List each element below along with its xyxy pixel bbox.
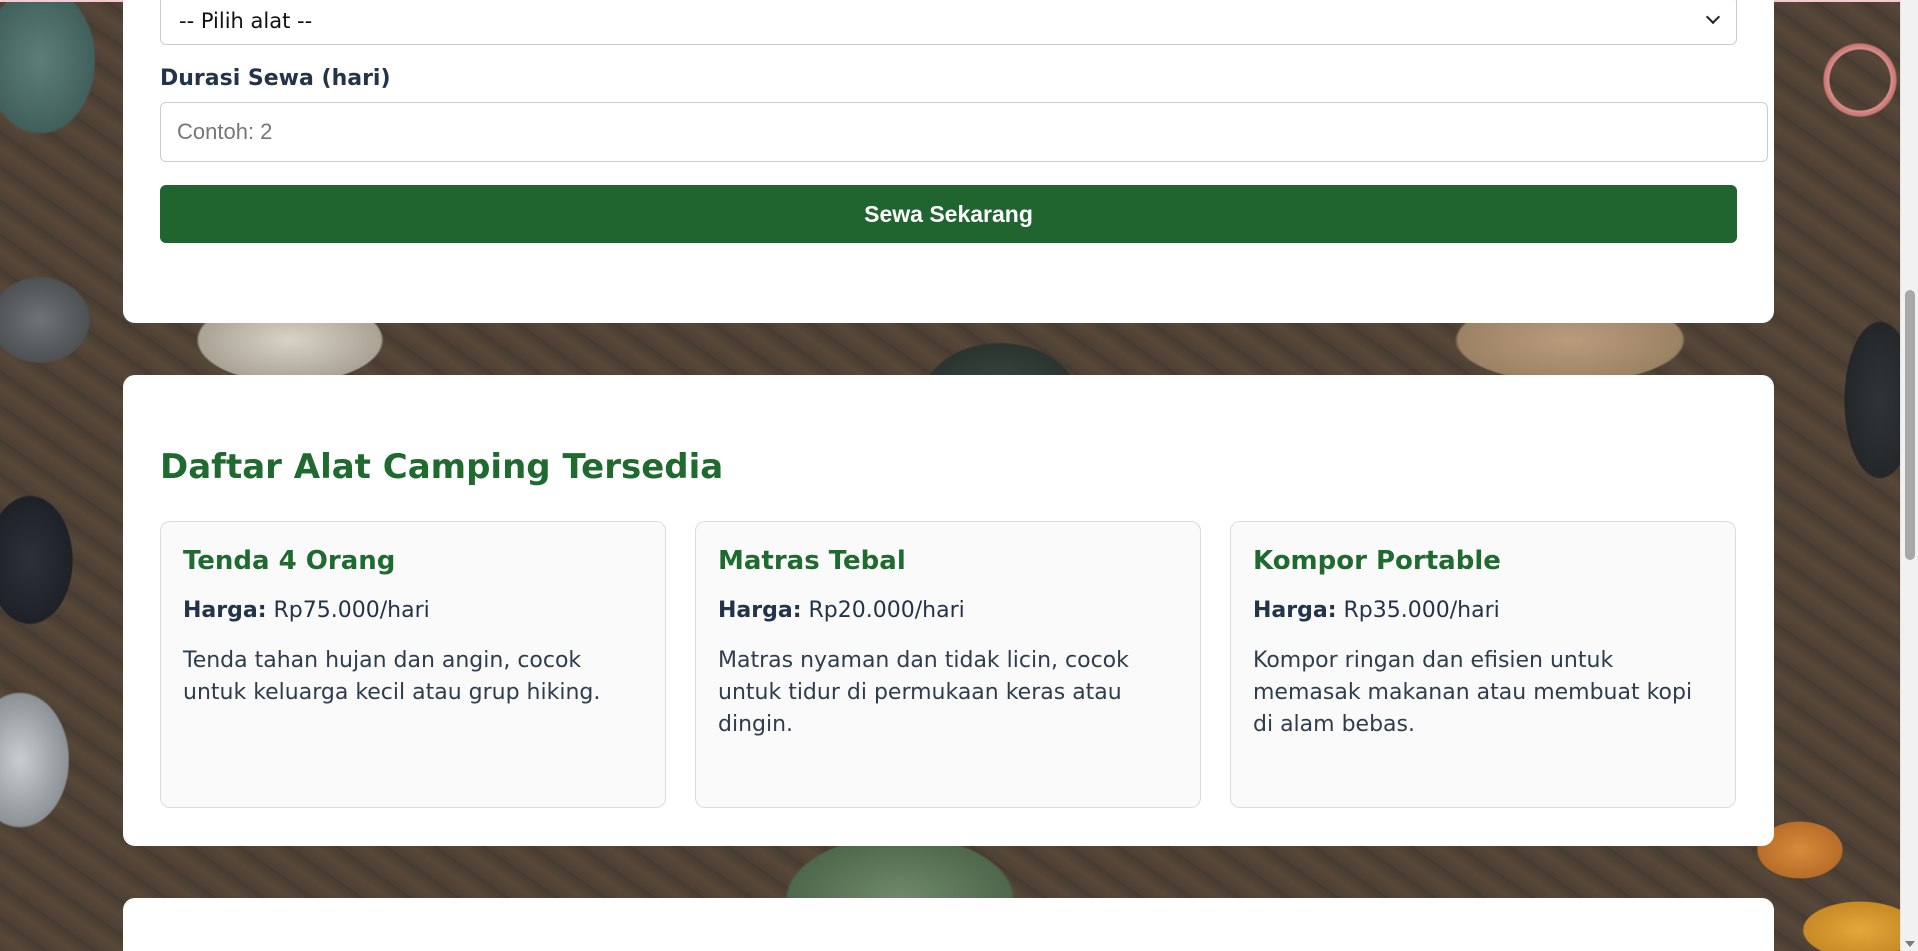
item-description: Matras nyaman dan tidak licin, cocok unt… — [718, 648, 1129, 737]
scrollbar-thumb[interactable] — [1905, 290, 1915, 560]
rental-form-card: -- Pilih alat -- Durasi Sewa (hari) Sewa… — [123, 0, 1774, 323]
item-price: Harga: Rp75.000/hari — [183, 598, 643, 623]
item-description: Tenda tahan hujan dan angin, cocok untuk… — [183, 648, 601, 705]
item-name: Matras Tebal — [718, 546, 906, 576]
price-value: Rp20.000/hari — [808, 598, 965, 623]
equipment-item-stove: Kompor Portable Harga: Rp35.000/hari Kom… — [1230, 521, 1736, 808]
price-value: Rp75.000/hari — [273, 598, 430, 623]
equipment-select-value: -- Pilih alat -- — [179, 8, 313, 33]
list-title: Daftar Alat Camping Tersedia — [160, 447, 724, 487]
price-label: Harga: — [183, 598, 267, 623]
price-label: Harga: — [1253, 598, 1337, 623]
item-price: Harga: Rp20.000/hari — [718, 598, 1178, 623]
chevron-down-icon — [1705, 9, 1721, 25]
equipment-list-card: Daftar Alat Camping Tersedia Tenda 4 Ora… — [123, 375, 1774, 846]
price-value: Rp35.000/hari — [1343, 598, 1500, 623]
duration-input[interactable] — [160, 102, 1768, 162]
rent-now-button[interactable]: Sewa Sekarang — [160, 185, 1737, 243]
next-section-card — [123, 898, 1774, 951]
equipment-select[interactable]: -- Pilih alat -- — [160, 0, 1737, 45]
vertical-scrollbar[interactable] — [1900, 0, 1918, 951]
item-name: Kompor Portable — [1253, 546, 1501, 576]
item-name: Tenda 4 Orang — [183, 546, 396, 576]
duration-label: Durasi Sewa (hari) — [160, 66, 391, 91]
scroll-down-arrow-icon[interactable] — [1905, 941, 1915, 947]
price-label: Harga: — [718, 598, 802, 623]
item-description: Kompor ringan dan efisien untuk memasak … — [1253, 648, 1693, 737]
item-price: Harga: Rp35.000/hari — [1253, 598, 1713, 623]
equipment-item-tent: Tenda 4 Orang Harga: Rp75.000/hari Tenda… — [160, 521, 666, 808]
equipment-item-mattress: Matras Tebal Harga: Rp20.000/hari Matras… — [695, 521, 1201, 808]
